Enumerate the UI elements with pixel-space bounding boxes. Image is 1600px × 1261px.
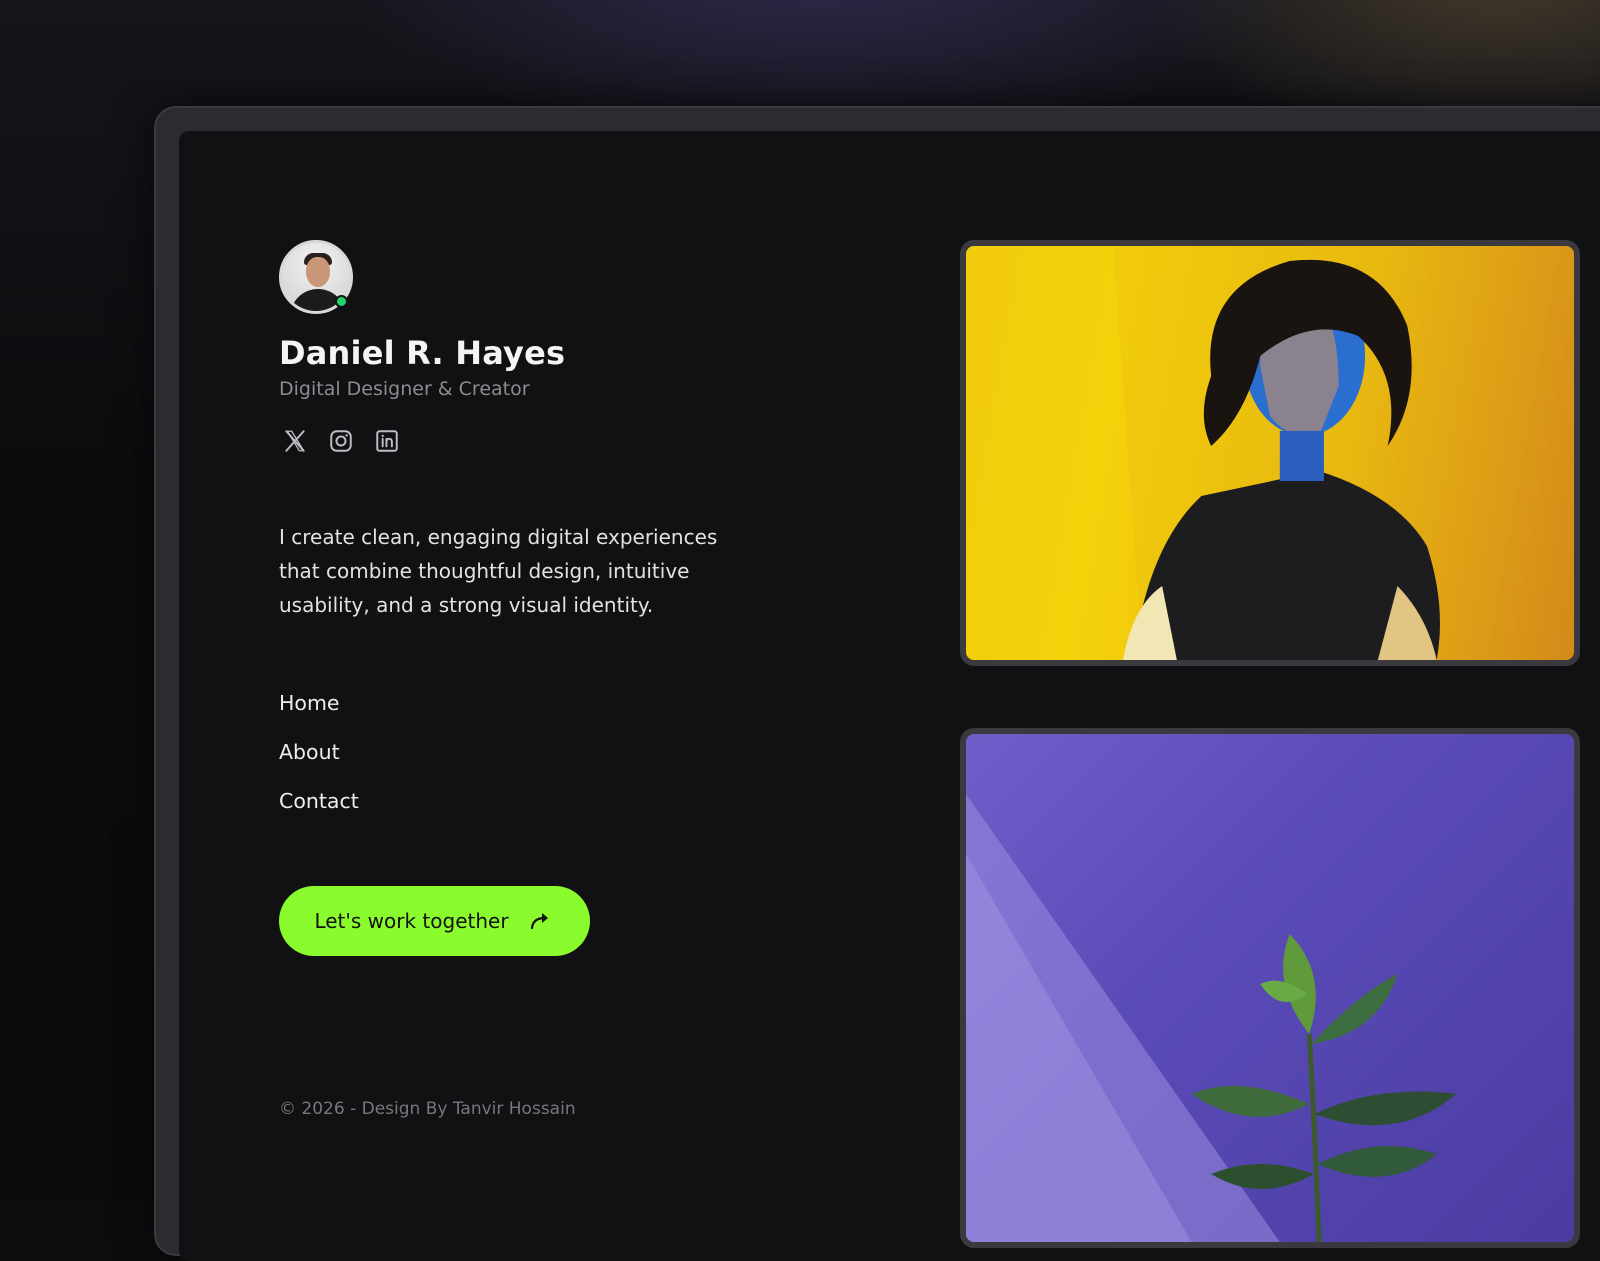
x-icon[interactable] bbox=[282, 428, 308, 454]
portrait-image bbox=[966, 246, 1574, 660]
profile-role: Digital Designer & Creator bbox=[279, 378, 530, 400]
social-links bbox=[282, 428, 400, 454]
instagram-icon[interactable] bbox=[328, 428, 354, 454]
nav-home[interactable]: Home bbox=[279, 688, 359, 737]
bio-text: I create clean, engaging digital experie… bbox=[279, 520, 749, 622]
plant-image bbox=[966, 734, 1574, 1242]
gallery-card-portrait[interactable] bbox=[960, 240, 1580, 666]
profile-name: Daniel R. Hayes bbox=[279, 334, 565, 372]
gallery-card-plant[interactable] bbox=[960, 728, 1580, 1248]
avatar-head bbox=[306, 257, 330, 287]
linkedin-icon[interactable] bbox=[374, 428, 400, 454]
share-arrow-icon bbox=[529, 910, 555, 932]
online-status-dot bbox=[335, 295, 348, 308]
nav-contact[interactable]: Contact bbox=[279, 786, 359, 835]
main-nav: Home About Contact bbox=[279, 688, 359, 835]
nav-about[interactable]: About bbox=[279, 737, 359, 786]
work-together-button[interactable]: Let's work together bbox=[279, 886, 590, 956]
footer-credit: © 2026 - Design By Tanvir Hossain bbox=[279, 1099, 576, 1119]
cta-label: Let's work together bbox=[314, 909, 508, 933]
